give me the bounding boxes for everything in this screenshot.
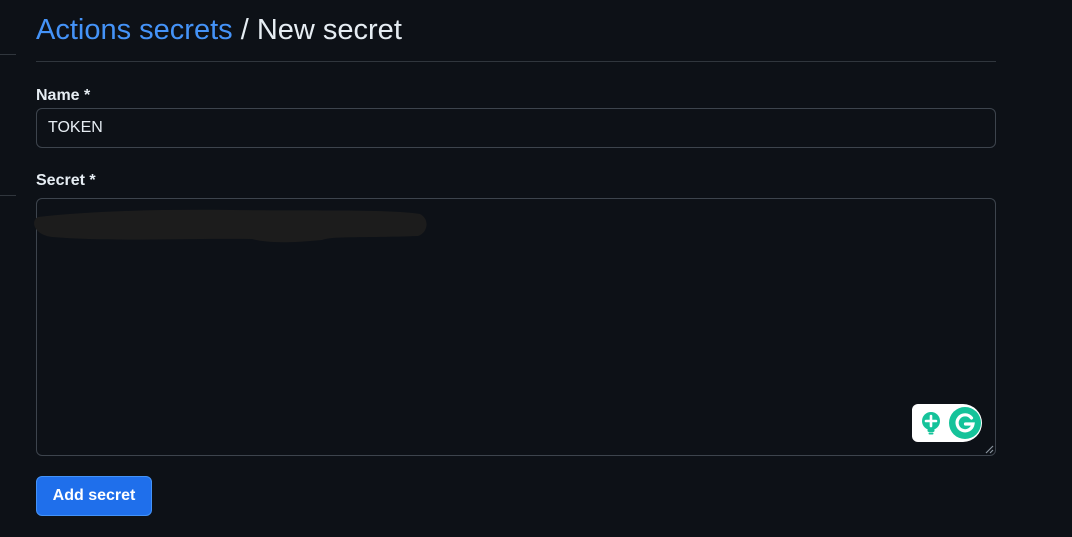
grammarly-g-icon[interactable] <box>949 407 981 439</box>
breadcrumb-current: New secret <box>256 14 402 46</box>
new-secret-page: Actions secrets / New secret Name * Secr… <box>0 0 1072 537</box>
add-secret-button[interactable]: Add secret <box>36 476 152 516</box>
breadcrumb-actions-secrets-link[interactable]: Actions secrets <box>36 14 233 46</box>
page-title: Actions secrets / New secret <box>36 12 402 48</box>
lightbulb-icon[interactable] <box>918 410 944 436</box>
secret-label: Secret * <box>36 172 96 189</box>
name-label: Name * <box>36 87 91 104</box>
breadcrumb-separator: / <box>240 14 249 46</box>
title-divider <box>36 61 996 62</box>
name-input[interactable] <box>36 108 996 148</box>
textarea-resize-handle[interactable] <box>984 444 994 454</box>
grammarly-widget[interactable] <box>912 404 982 442</box>
sidebar-edge-divider <box>0 195 16 196</box>
redacted-secret-scribble <box>34 209 427 243</box>
sidebar-edge-divider <box>0 54 16 55</box>
